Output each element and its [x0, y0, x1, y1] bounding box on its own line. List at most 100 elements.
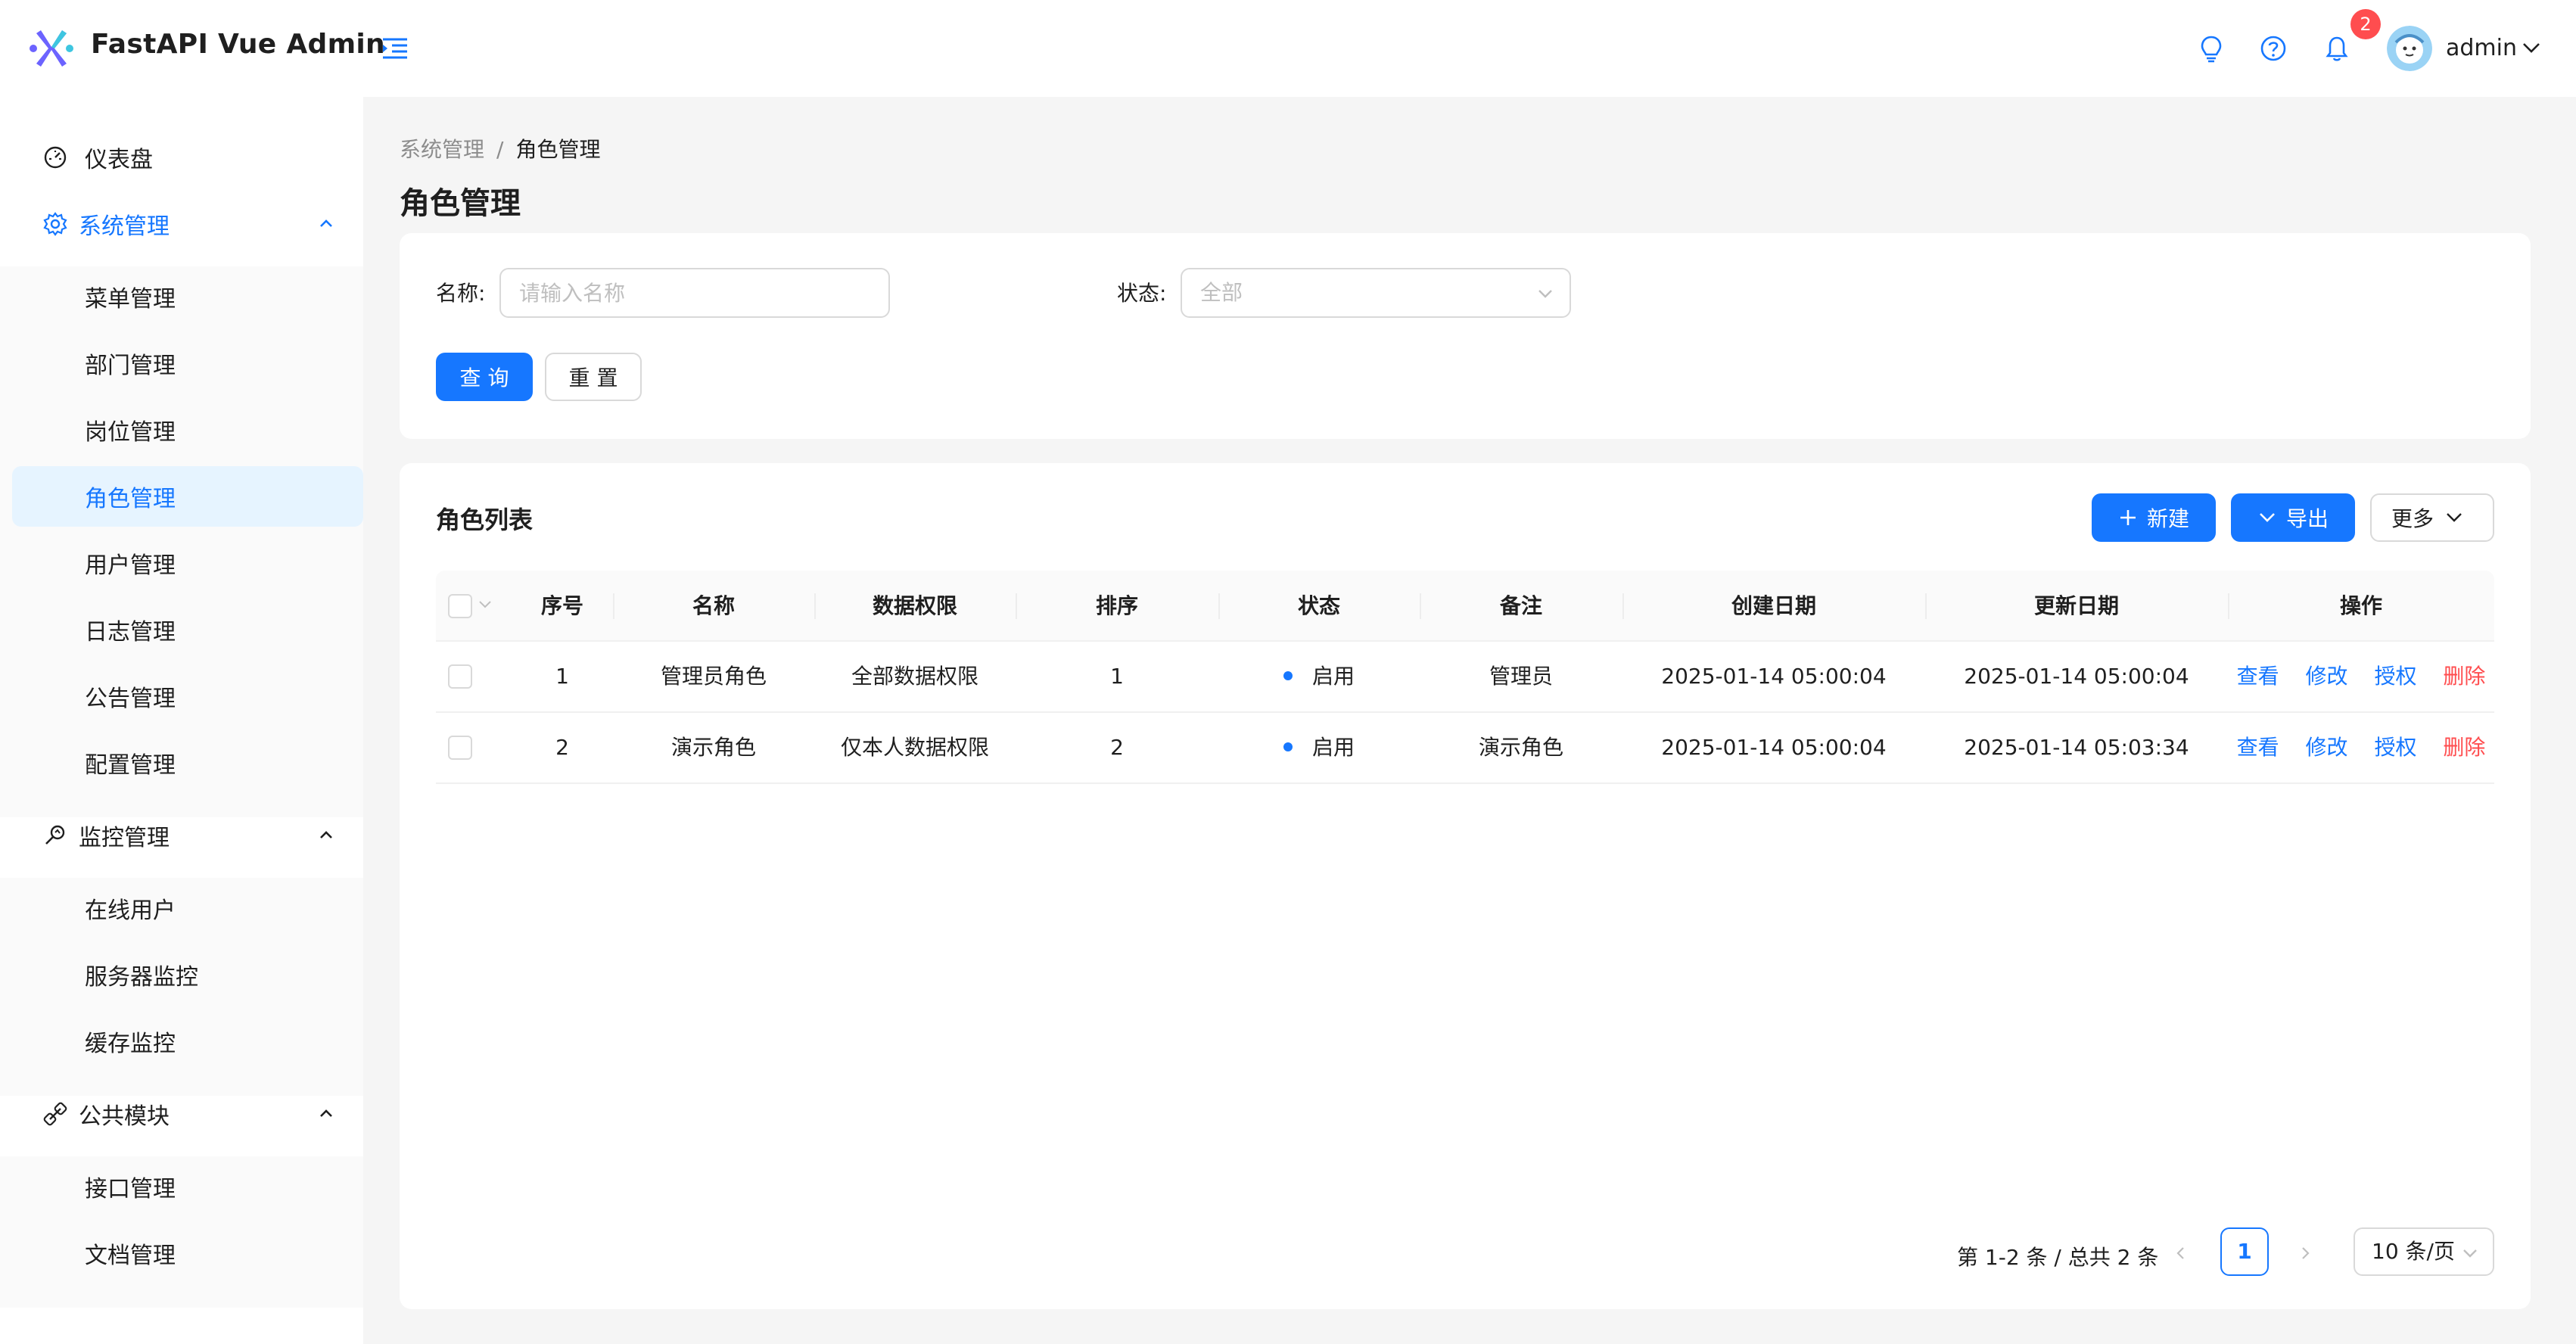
user-name[interactable]: admin [2446, 35, 2517, 61]
delete-link[interactable]: 删除 [2443, 735, 2485, 760]
chevron-down-icon [2260, 513, 2275, 522]
pagination-page[interactable]: 1 [2220, 1227, 2269, 1276]
notification-badge: 2 [2350, 9, 2381, 39]
sidebar-item-role[interactable]: 角色管理 [12, 466, 363, 527]
pagination-total: 第 1-2 条 / 总共 2 条 [1957, 1245, 2159, 1270]
row-checkbox[interactable] [448, 664, 472, 689]
chevron-down-icon[interactable] [477, 596, 493, 613]
select-all-checkbox[interactable] [448, 594, 472, 618]
sidebar-group-monitor[interactable]: 监控管理 [12, 805, 363, 866]
cell-updated: 2025-01-14 05:00:04 [1964, 664, 2189, 689]
sidebar-item-online-user[interactable]: 在线用户 [12, 878, 363, 938]
edit-link[interactable]: 修改 [2306, 735, 2348, 760]
export-button-label: 导出 [2285, 506, 2329, 531]
page-size-select[interactable]: 10 条/页 [2354, 1227, 2494, 1276]
sidebar-item-label: 角色管理 [85, 486, 176, 512]
name-label: 名称: [436, 281, 486, 306]
sidebar-item-label: 缓存监控 [85, 1031, 176, 1057]
cell-remark: 演示角色 [1478, 735, 1563, 760]
row-checkbox[interactable] [448, 736, 472, 760]
avatar[interactable] [2387, 26, 2432, 71]
cell-name: 演示角色 [670, 735, 756, 760]
new-button-label: 新建 [2146, 506, 2189, 531]
sidebar-group-label: 公共模块 [79, 1103, 170, 1130]
table-row: 1 管理员角色 全部数据权限 1 启用 管理员 2025-01-14 05:00… [436, 642, 2494, 713]
chevron-down-icon[interactable] [2520, 36, 2543, 59]
dashboard-icon [44, 146, 67, 169]
status-label: 状态: [1117, 281, 1167, 306]
cell-remark: 管理员 [1489, 664, 1553, 689]
chevron-up-icon [320, 1109, 332, 1117]
more-button-label: 更多 [2391, 506, 2434, 531]
sidebar-item-menu[interactable]: 菜单管理 [12, 266, 363, 327]
col-order: 排序 [1095, 593, 1138, 618]
cell-order: 2 [1110, 735, 1124, 760]
status-select[interactable]: 全部 [1181, 268, 1571, 318]
menu-collapse-icon[interactable] [380, 33, 410, 64]
chevron-down-icon [2463, 1249, 2477, 1258]
sidebar-item-cache-monitor[interactable]: 缓存监控 [12, 1011, 363, 1072]
breadcrumb-current: 角色管理 [515, 137, 601, 162]
sidebar-item-label: 岗位管理 [85, 419, 176, 446]
monitor-icon [45, 825, 65, 845]
question-circle-icon[interactable] [2258, 33, 2288, 64]
cell-data-scope: 全部数据权限 [851, 664, 978, 689]
api-icon [43, 1102, 67, 1126]
view-link[interactable]: 查看 [2237, 664, 2279, 689]
sidebar-item-config[interactable]: 配置管理 [12, 733, 363, 793]
sidebar-item-server-monitor[interactable]: 服务器监控 [12, 944, 363, 1005]
edit-link[interactable]: 修改 [2306, 664, 2348, 689]
col-index: 序号 [540, 593, 583, 618]
list-title: 角色列表 [436, 506, 534, 534]
sidebar-item-label: 公告管理 [85, 686, 176, 712]
export-button[interactable]: 导出 [2231, 493, 2355, 542]
sidebar-item-dashboard[interactable]: 仪表盘 [12, 127, 363, 188]
col-data-scope: 数据权限 [872, 593, 957, 618]
chevron-down-icon [2447, 513, 2462, 522]
bulb-icon[interactable] [2196, 33, 2226, 64]
sidebar-item-label: 部门管理 [85, 353, 176, 379]
col-updated: 更新日期 [2033, 593, 2119, 618]
sidebar-item-label: 服务器监控 [85, 964, 198, 991]
page-title: 角色管理 [400, 186, 521, 221]
plus-icon [2120, 510, 2136, 525]
sidebar-item-label: 用户管理 [85, 552, 176, 579]
sidebar-item-post[interactable]: 岗位管理 [12, 400, 363, 460]
sidebar-item-label: 配置管理 [85, 752, 176, 779]
sidebar-item-log[interactable]: 日志管理 [12, 599, 363, 660]
sidebar-item-dept[interactable]: 部门管理 [12, 333, 363, 394]
sidebar-group-common[interactable]: 公共模块 [12, 1084, 363, 1144]
delete-link[interactable]: 删除 [2443, 664, 2485, 689]
sidebar-item-label: 菜单管理 [85, 286, 176, 313]
sidebar-group-system[interactable]: 系统管理 [12, 194, 363, 254]
authorize-link[interactable]: 授权 [2374, 735, 2416, 760]
view-link[interactable]: 查看 [2237, 735, 2279, 760]
authorize-link[interactable]: 授权 [2374, 664, 2416, 689]
cell-name: 管理员角色 [660, 664, 767, 689]
status-text: 启用 [1311, 664, 1355, 689]
more-button[interactable]: 更多 [2370, 493, 2494, 542]
sidebar-item-label: 在线用户 [85, 898, 176, 924]
query-button[interactable]: 查 询 [436, 353, 533, 401]
reset-button[interactable]: 重 置 [545, 353, 642, 401]
sidebar-item-docs[interactable]: 文档管理 [12, 1223, 363, 1283]
new-button[interactable]: 新建 [2092, 493, 2216, 542]
col-name: 名称 [692, 593, 735, 618]
sidebar-item-api[interactable]: 接口管理 [12, 1156, 363, 1217]
cell-actions: 查看 修改 授权 删除 [2228, 642, 2494, 711]
app-title: FastAPI Vue Admin [91, 29, 385, 60]
logo-icon[interactable] [27, 24, 76, 73]
search-card: 名称: 状态: 全部 查 询 重 置 [400, 233, 2531, 439]
sidebar-item-notice[interactable]: 公告管理 [12, 666, 363, 726]
next-page-icon[interactable] [2294, 1243, 2316, 1264]
name-input[interactable] [499, 268, 890, 318]
status-dot [1283, 742, 1293, 751]
breadcrumb-parent[interactable]: 系统管理 [400, 137, 484, 162]
sidebar-item-user[interactable]: 用户管理 [12, 533, 363, 593]
prev-page-icon[interactable] [2170, 1243, 2192, 1264]
bell-icon[interactable] [2322, 33, 2352, 64]
col-created: 创建日期 [1731, 593, 1816, 618]
chevron-up-icon [320, 831, 332, 838]
sidebar-group-label: 系统管理 [79, 213, 170, 240]
breadcrumb-separator: / [496, 137, 504, 162]
